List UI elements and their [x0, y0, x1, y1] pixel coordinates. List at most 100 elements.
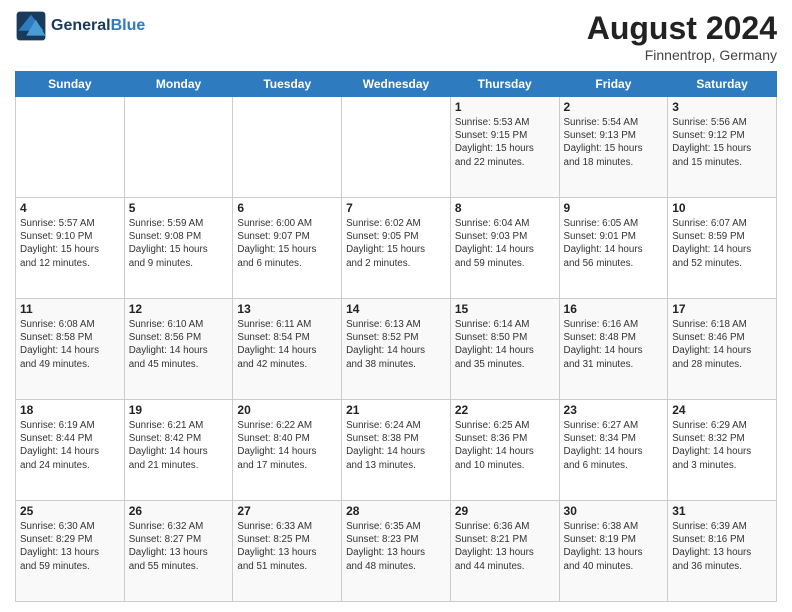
logo: GeneralBlue [15, 10, 145, 42]
table-row: 25 Sunrise: 6:30 AM Sunset: 8:29 PM Dayli… [16, 501, 125, 602]
table-row: 29 Sunrise: 6:36 AM Sunset: 8:21 PM Dayli… [450, 501, 559, 602]
table-row: 10 Sunrise: 6:07 AM Sunset: 8:59 PM Dayli… [668, 198, 777, 299]
day-number: 12 [129, 302, 229, 316]
day-info: Sunrise: 6:05 AM Sunset: 9:01 PM Dayligh… [564, 217, 664, 270]
day-info: Sunrise: 6:36 AM Sunset: 8:21 PM Dayligh… [455, 520, 555, 573]
table-row: 28 Sunrise: 6:35 AM Sunset: 8:23 PM Dayli… [342, 501, 451, 602]
day-number: 21 [346, 403, 446, 417]
table-row: 5 Sunrise: 5:59 AM Sunset: 9:08 PM Daylig… [124, 198, 233, 299]
col-monday: Monday [124, 72, 233, 97]
table-row: 2 Sunrise: 5:54 AM Sunset: 9:13 PM Daylig… [559, 97, 668, 198]
day-number: 28 [346, 504, 446, 518]
day-info: Sunrise: 5:54 AM Sunset: 9:13 PM Dayligh… [564, 116, 664, 169]
table-row: 24Sunrise: 6:29 AM Sunset: 8:32 PM Dayli… [668, 400, 777, 501]
day-number: 29 [455, 504, 555, 518]
day-number: 2 [564, 100, 664, 114]
table-row: 12Sunrise: 6:10 AM Sunset: 8:56 PM Dayli… [124, 299, 233, 400]
day-info: Sunrise: 6:32 AM Sunset: 8:27 PM Dayligh… [129, 520, 229, 573]
table-row [233, 97, 342, 198]
location: Finnentrop, Germany [587, 47, 777, 63]
day-number: 25 [20, 504, 120, 518]
day-info: Sunrise: 6:35 AM Sunset: 8:23 PM Dayligh… [346, 520, 446, 573]
calendar: Sunday Monday Tuesday Wednesday Thursday… [15, 71, 777, 602]
day-info: Sunrise: 6:18 AM Sunset: 8:46 PM Dayligh… [672, 318, 772, 371]
table-row [16, 97, 125, 198]
day-number: 10 [672, 201, 772, 215]
table-row: 7 Sunrise: 6:02 AM Sunset: 9:05 PM Daylig… [342, 198, 451, 299]
day-info: Sunrise: 6:33 AM Sunset: 8:25 PM Dayligh… [237, 520, 337, 573]
day-number: 5 [129, 201, 229, 215]
table-row: 15Sunrise: 6:14 AM Sunset: 8:50 PM Dayli… [450, 299, 559, 400]
day-info: Sunrise: 5:59 AM Sunset: 9:08 PM Dayligh… [129, 217, 229, 270]
title-area: August 2024 Finnentrop, Germany [587, 10, 777, 63]
day-number: 13 [237, 302, 337, 316]
calendar-week-4: 18 Sunrise: 6:19 AM Sunset: 8:44 PM Dayli… [16, 400, 777, 501]
month-title: August 2024 [587, 10, 777, 47]
table-row: 23 Sunrise: 6:27 AM Sunset: 8:34 PM Dayli… [559, 400, 668, 501]
day-info: Sunrise: 6:24 AM Sunset: 8:38 PM Dayligh… [346, 419, 446, 472]
day-info: Sunrise: 6:22 AM Sunset: 8:40 PM Dayligh… [237, 419, 337, 472]
day-number: 17 [672, 302, 772, 316]
table-row: 4Sunrise: 5:57 AM Sunset: 9:10 PM Daylig… [16, 198, 125, 299]
col-thursday: Thursday [450, 72, 559, 97]
day-info: Sunrise: 6:04 AM Sunset: 9:03 PM Dayligh… [455, 217, 555, 270]
day-number: 4 [20, 201, 120, 215]
day-info: Sunrise: 6:11 AM Sunset: 8:54 PM Dayligh… [237, 318, 337, 371]
day-info: Sunrise: 6:27 AM Sunset: 8:34 PM Dayligh… [564, 419, 664, 472]
table-row: 19 Sunrise: 6:21 AM Sunset: 8:42 PM Dayli… [124, 400, 233, 501]
header: GeneralBlue August 2024 Finnentrop, Germ… [15, 10, 777, 63]
col-friday: Friday [559, 72, 668, 97]
day-number: 30 [564, 504, 664, 518]
day-info: Sunrise: 6:13 AM Sunset: 8:52 PM Dayligh… [346, 318, 446, 371]
day-info: Sunrise: 6:08 AM Sunset: 8:58 PM Dayligh… [20, 318, 120, 371]
table-row: 27 Sunrise: 6:33 AM Sunset: 8:25 PM Dayli… [233, 501, 342, 602]
calendar-week-2: 4Sunrise: 5:57 AM Sunset: 9:10 PM Daylig… [16, 198, 777, 299]
day-number: 27 [237, 504, 337, 518]
table-row: 30 Sunrise: 6:38 AM Sunset: 8:19 PM Dayli… [559, 501, 668, 602]
table-row [124, 97, 233, 198]
day-info: Sunrise: 5:56 AM Sunset: 9:12 PM Dayligh… [672, 116, 772, 169]
day-number: 19 [129, 403, 229, 417]
day-info: Sunrise: 6:00 AM Sunset: 9:07 PM Dayligh… [237, 217, 337, 270]
table-row: 26 Sunrise: 6:32 AM Sunset: 8:27 PM Dayli… [124, 501, 233, 602]
table-row: 6 Sunrise: 6:00 AM Sunset: 9:07 PM Daylig… [233, 198, 342, 299]
col-wednesday: Wednesday [342, 72, 451, 97]
calendar-week-1: 1Sunrise: 5:53 AM Sunset: 9:15 PM Daylig… [16, 97, 777, 198]
day-info: Sunrise: 6:25 AM Sunset: 8:36 PM Dayligh… [455, 419, 555, 472]
day-number: 31 [672, 504, 772, 518]
day-number: 23 [564, 403, 664, 417]
day-number: 3 [672, 100, 772, 114]
calendar-week-3: 11Sunrise: 6:08 AM Sunset: 8:58 PM Dayli… [16, 299, 777, 400]
day-info: Sunrise: 6:16 AM Sunset: 8:48 PM Dayligh… [564, 318, 664, 371]
day-info: Sunrise: 6:39 AM Sunset: 8:16 PM Dayligh… [672, 520, 772, 573]
day-number: 7 [346, 201, 446, 215]
table-row: 18 Sunrise: 6:19 AM Sunset: 8:44 PM Dayli… [16, 400, 125, 501]
col-tuesday: Tuesday [233, 72, 342, 97]
day-number: 18 [20, 403, 120, 417]
day-number: 6 [237, 201, 337, 215]
table-row: 1Sunrise: 5:53 AM Sunset: 9:15 PM Daylig… [450, 97, 559, 198]
day-info: Sunrise: 6:14 AM Sunset: 8:50 PM Dayligh… [455, 318, 555, 371]
table-row: 17 Sunrise: 6:18 AM Sunset: 8:46 PM Dayli… [668, 299, 777, 400]
day-info: Sunrise: 6:29 AM Sunset: 8:32 PM Dayligh… [672, 419, 772, 472]
day-info: Sunrise: 6:19 AM Sunset: 8:44 PM Dayligh… [20, 419, 120, 472]
col-sunday: Sunday [16, 72, 125, 97]
table-row: 8Sunrise: 6:04 AM Sunset: 9:03 PM Daylig… [450, 198, 559, 299]
day-number: 26 [129, 504, 229, 518]
day-info: Sunrise: 6:21 AM Sunset: 8:42 PM Dayligh… [129, 419, 229, 472]
table-row: 14Sunrise: 6:13 AM Sunset: 8:52 PM Dayli… [342, 299, 451, 400]
day-info: Sunrise: 6:07 AM Sunset: 8:59 PM Dayligh… [672, 217, 772, 270]
table-row: 11Sunrise: 6:08 AM Sunset: 8:58 PM Dayli… [16, 299, 125, 400]
day-number: 9 [564, 201, 664, 215]
table-row: 16 Sunrise: 6:16 AM Sunset: 8:48 PM Dayli… [559, 299, 668, 400]
day-info: Sunrise: 6:02 AM Sunset: 9:05 PM Dayligh… [346, 217, 446, 270]
day-info: Sunrise: 6:38 AM Sunset: 8:19 PM Dayligh… [564, 520, 664, 573]
table-row: 3 Sunrise: 5:56 AM Sunset: 9:12 PM Daylig… [668, 97, 777, 198]
day-number: 16 [564, 302, 664, 316]
logo-text: GeneralBlue [51, 17, 145, 35]
table-row: 13 Sunrise: 6:11 AM Sunset: 8:54 PM Dayli… [233, 299, 342, 400]
logo-icon [15, 10, 47, 42]
day-number: 20 [237, 403, 337, 417]
day-info: Sunrise: 6:30 AM Sunset: 8:29 PM Dayligh… [20, 520, 120, 573]
table-row: 21 Sunrise: 6:24 AM Sunset: 8:38 PM Dayli… [342, 400, 451, 501]
